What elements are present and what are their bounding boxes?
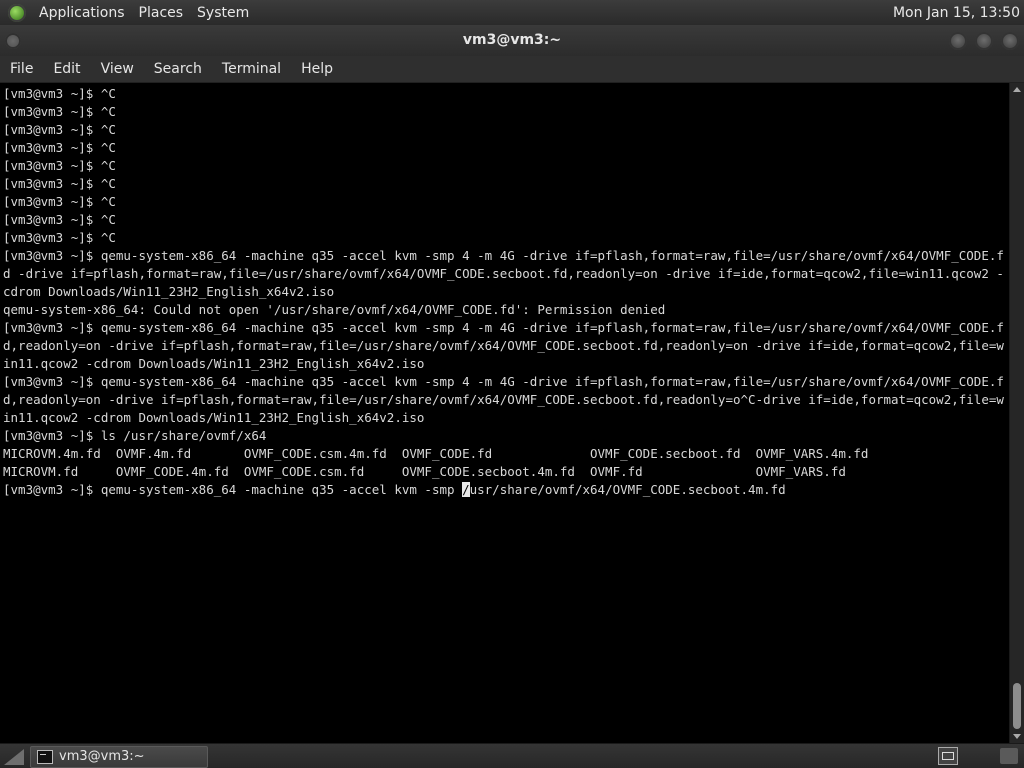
terminal-line: [vm3@vm3 ~]$ ^C: [3, 230, 116, 245]
system-menu[interactable]: System: [190, 5, 256, 21]
terminal-line: [vm3@vm3 ~]$ ^C: [3, 212, 116, 227]
text-cursor: /: [462, 482, 470, 497]
workspace-switcher-icon[interactable]: [938, 747, 958, 765]
terminal-icon: [37, 749, 53, 764]
close-button[interactable]: [1001, 32, 1019, 50]
prompt-text: [vm3@vm3 ~]$ qemu-system-x86_64 -machine…: [3, 482, 463, 497]
panel-clock[interactable]: Mon Jan 15, 13:50: [893, 5, 1024, 21]
menu-terminal[interactable]: Terminal: [212, 61, 291, 77]
show-desktop-icon[interactable]: [4, 748, 24, 765]
menu-help[interactable]: Help: [291, 61, 343, 77]
terminal-output[interactable]: [vm3@vm3 ~]$ ^C [vm3@vm3 ~]$ ^C [vm3@vm3 ~…: [3, 85, 1007, 741]
prompt-text-after-cursor: usr/share/ovmf/x64/OVMF_CODE.secboot.4m.…: [469, 482, 786, 497]
terminal-line: [vm3@vm3 ~]$ ^C: [3, 104, 116, 119]
terminal-line: [vm3@vm3 ~]$ ^C: [3, 194, 116, 209]
terminal-line: [vm3@vm3 ~]$ qemu-system-x86_64 -machine…: [3, 374, 1004, 425]
menu-file[interactable]: File: [0, 61, 43, 77]
places-menu[interactable]: Places: [132, 5, 191, 21]
workspace-indicator[interactable]: [1000, 748, 1018, 764]
menu-search[interactable]: Search: [144, 61, 212, 77]
taskbar-label: vm3@vm3:~: [59, 749, 145, 764]
menu-view[interactable]: View: [91, 61, 144, 77]
vertical-scrollbar[interactable]: [1009, 83, 1024, 743]
terminal-line: [vm3@vm3 ~]$ ^C: [3, 140, 116, 155]
gnome-foot-icon[interactable]: [8, 3, 26, 22]
desktop: Applications Places System Mon Jan 15, 1…: [0, 0, 1024, 768]
terminal-area[interactable]: [vm3@vm3 ~]$ ^C [vm3@vm3 ~]$ ^C [vm3@vm3 ~…: [0, 83, 1024, 743]
terminal-line: MICROVM.fd OVMF_CODE.4m.fd OVMF_CODE.csm…: [3, 464, 846, 479]
terminal-line: [vm3@vm3 ~]$ qemu-system-x86_64 -machine…: [3, 320, 1004, 371]
terminal-line: [vm3@vm3 ~]$ ^C: [3, 86, 116, 101]
terminal-window: vm3@vm3:~ File Edit View Search Terminal…: [0, 25, 1024, 743]
bottom-panel: vm3@vm3:~: [0, 743, 1024, 768]
menu-edit[interactable]: Edit: [43, 61, 90, 77]
maximize-button[interactable]: [975, 32, 993, 50]
terminal-line: [vm3@vm3 ~]$ ^C: [3, 122, 116, 137]
terminal-line: [vm3@vm3 ~]$ ^C: [3, 158, 116, 173]
terminal-line: qemu-system-x86_64: Could not open '/usr…: [3, 302, 666, 317]
taskbar-terminal-button[interactable]: vm3@vm3:~: [30, 745, 208, 768]
scroll-down-arrow-icon[interactable]: [1013, 734, 1021, 739]
window-title: vm3@vm3:~: [462, 32, 562, 48]
terminal-line: [vm3@vm3 ~]$ ^C: [3, 176, 116, 191]
terminal-line: [vm3@vm3 ~]$ qemu-system-x86_64 -machine…: [3, 248, 1004, 299]
minimize-button[interactable]: [949, 32, 967, 50]
scroll-up-arrow-icon[interactable]: [1013, 87, 1021, 92]
scroll-thumb[interactable]: [1013, 683, 1021, 729]
applications-menu[interactable]: Applications: [32, 5, 132, 21]
window-titlebar[interactable]: vm3@vm3:~: [0, 25, 1024, 56]
menubar: File Edit View Search Terminal Help: [0, 56, 1024, 83]
terminal-prompt-line[interactable]: [vm3@vm3 ~]$ qemu-system-x86_64 -machine…: [3, 481, 1007, 499]
terminal-line: MICROVM.4m.fd OVMF.4m.fd OVMF_CODE.csm.4…: [3, 446, 869, 461]
top-panel: Applications Places System Mon Jan 15, 1…: [0, 0, 1024, 26]
terminal-line: [vm3@vm3 ~]$ ls /usr/share/ovmf/x64: [3, 428, 267, 443]
